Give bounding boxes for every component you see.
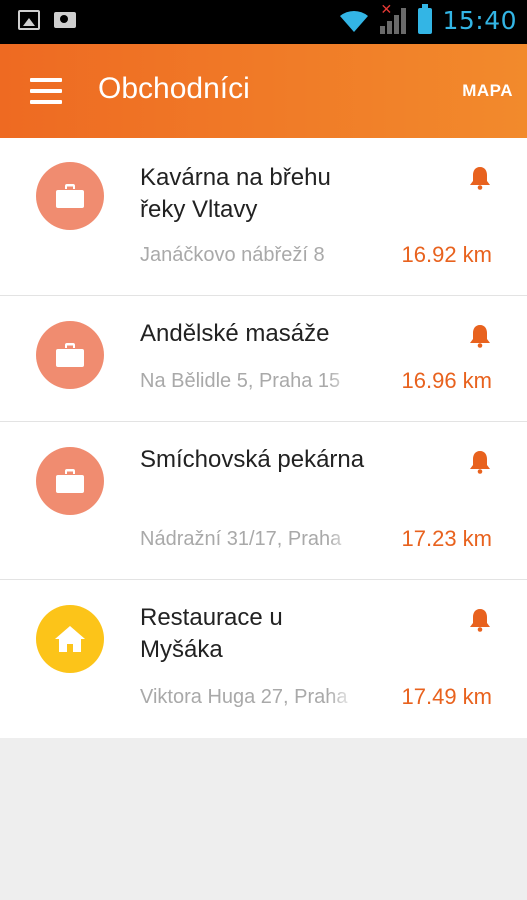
list-item[interactable]: Andělské masáže Na Bělidle 5, Praha 15 1… bbox=[0, 296, 527, 422]
home-icon bbox=[55, 626, 85, 652]
merchant-address: Viktora Huga 27, Praha bbox=[140, 686, 358, 709]
notification-icons bbox=[18, 10, 76, 30]
merchant-distance: 16.96 km bbox=[401, 368, 493, 393]
system-icons: ✕ 15:40 bbox=[338, 2, 517, 35]
bell-icon[interactable] bbox=[469, 166, 491, 190]
merchant-avatar bbox=[36, 447, 104, 515]
merchant-distance: 17.49 km bbox=[401, 684, 493, 709]
bell-icon[interactable] bbox=[469, 450, 491, 474]
merchant-address: Nádražní 31/17, Praha bbox=[140, 528, 358, 551]
merchant-distance: 16.92 km bbox=[401, 242, 493, 267]
status-time: 15:40 bbox=[442, 6, 517, 35]
list-item[interactable]: Kavárna na břehu řeky Vltavy Janáčkovo n… bbox=[0, 138, 527, 296]
briefcase-icon bbox=[56, 469, 84, 493]
merchant-list: Kavárna na břehu řeky Vltavy Janáčkovo n… bbox=[0, 138, 527, 738]
merchant-name: Kavárna na břehu řeky Vltavy bbox=[140, 164, 331, 223]
page-title: Obchodníci bbox=[98, 72, 250, 105]
merchant-avatar bbox=[36, 605, 104, 673]
wifi-icon bbox=[340, 10, 369, 32]
briefcase-icon bbox=[56, 184, 84, 208]
hamburger-menu-icon[interactable] bbox=[30, 78, 62, 104]
bell-icon[interactable] bbox=[469, 608, 491, 632]
battery-icon bbox=[418, 3, 433, 34]
list-item[interactable]: Restaurace u Myšáka Viktora Huga 27, Pra… bbox=[0, 580, 527, 738]
merchant-avatar bbox=[36, 162, 104, 230]
app-bar: Obchodníci MAPA bbox=[0, 44, 527, 138]
camera-icon bbox=[54, 12, 76, 28]
merchant-address: Janáčkovo nábřeží 8 bbox=[140, 244, 358, 267]
merchant-name: Andělské masáže bbox=[140, 320, 330, 347]
merchant-name: Smíchovská pekárna bbox=[140, 446, 365, 473]
briefcase-icon bbox=[56, 343, 84, 367]
merchant-name: Restaurace u Myšáka bbox=[140, 604, 283, 663]
status-bar: ✕ 15:40 bbox=[0, 0, 527, 44]
merchant-avatar bbox=[36, 321, 104, 389]
gallery-icon bbox=[18, 10, 40, 30]
merchant-address: Na Bělidle 5, Praha 15 bbox=[140, 370, 358, 393]
map-button[interactable]: MAPA bbox=[462, 81, 513, 101]
list-item[interactable]: Smíchovská pekárna Nádražní 31/17, Praha… bbox=[0, 422, 527, 580]
signal-no-sim-icon: ✕ bbox=[380, 2, 408, 34]
merchant-distance: 17.23 km bbox=[401, 526, 493, 551]
bell-icon[interactable] bbox=[469, 324, 491, 348]
